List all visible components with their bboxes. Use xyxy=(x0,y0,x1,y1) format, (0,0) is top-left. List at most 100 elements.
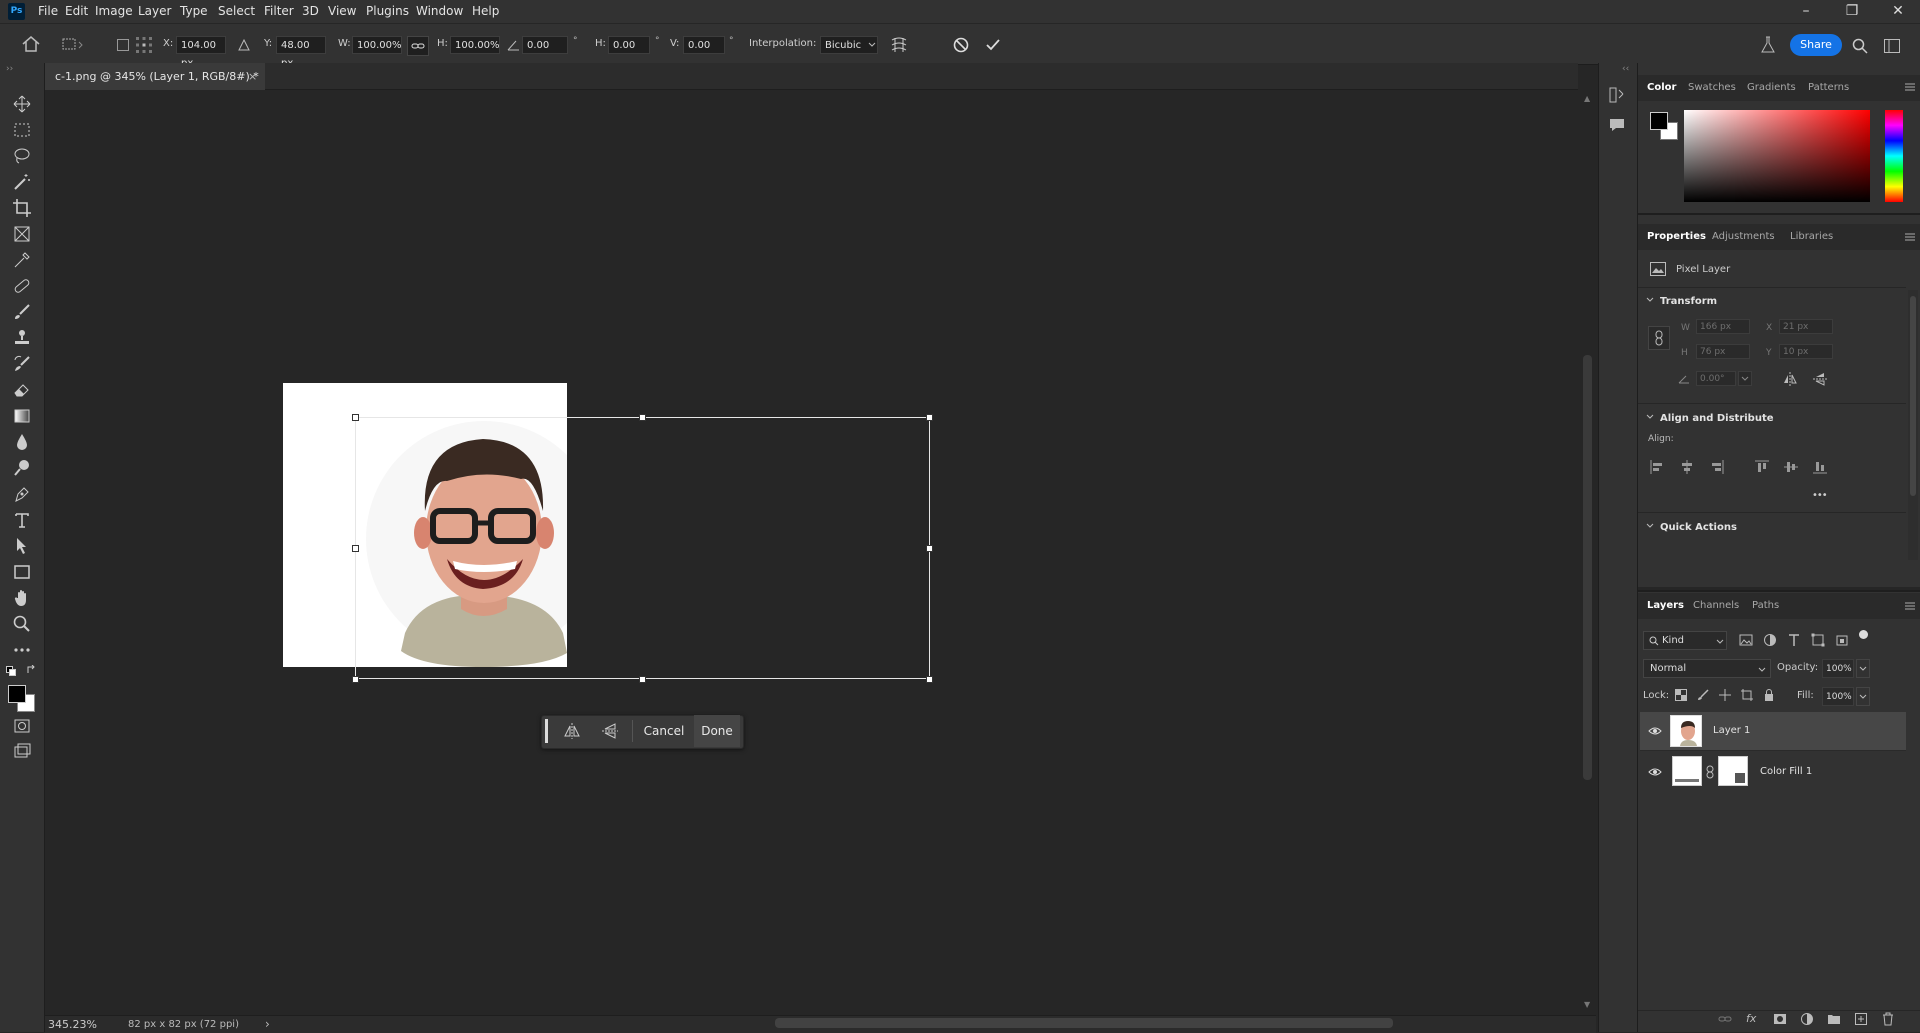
scroll-down-arrow[interactable]: ▼ xyxy=(1584,1000,1590,1009)
color-panel-menu-icon[interactable] xyxy=(1905,83,1915,91)
close-tab-icon[interactable]: × xyxy=(248,70,257,83)
tab-patterns[interactable]: Patterns xyxy=(1808,75,1849,101)
color-spectrum-field[interactable] xyxy=(1684,110,1870,202)
default-colors-icon[interactable] xyxy=(6,666,16,676)
align-chevron-icon[interactable] xyxy=(1646,414,1654,420)
lock-all-icon[interactable] xyxy=(1763,689,1775,701)
tab-properties[interactable]: Properties xyxy=(1647,224,1706,250)
menu-help[interactable]: Help xyxy=(472,0,499,23)
tab-channels[interactable]: Channels xyxy=(1693,593,1739,619)
prop-y-field[interactable]: 10 px xyxy=(1779,344,1833,359)
transform-handle-bottom[interactable] xyxy=(639,676,646,683)
tab-adjustments[interactable]: Adjustments xyxy=(1712,224,1775,250)
filter-pixel-icon[interactable] xyxy=(1739,633,1753,647)
fill-color-thumbnail[interactable] xyxy=(1672,756,1702,786)
align-top-icon[interactable] xyxy=(1755,460,1769,474)
prop-x-field[interactable]: 21 px xyxy=(1779,319,1833,334)
prop-height-field[interactable]: 76 px xyxy=(1696,344,1750,359)
flip-horizontal-icon[interactable] xyxy=(563,722,581,740)
path-selection-tool-icon[interactable] xyxy=(12,536,32,556)
tab-color[interactable]: Color xyxy=(1647,75,1676,101)
history-brush-tool-icon[interactable] xyxy=(12,354,32,374)
restore-button[interactable]: ❐ xyxy=(1832,2,1872,21)
more-align-options-icon[interactable]: ••• xyxy=(1812,490,1828,501)
filter-toggle-icon[interactable] xyxy=(1859,630,1868,639)
menu-window[interactable]: Window xyxy=(416,0,463,23)
transform-bounding-box[interactable] xyxy=(355,417,930,679)
transform-handle-bottom-right[interactable] xyxy=(926,676,933,683)
properties-panel-menu-icon[interactable] xyxy=(1905,233,1915,241)
minimize-button[interactable]: – xyxy=(1786,2,1826,21)
lock-position-icon[interactable] xyxy=(1719,689,1731,701)
foreground-color-chip-front[interactable] xyxy=(1650,112,1668,130)
close-window-button[interactable]: ✕ xyxy=(1878,2,1918,21)
flip-vertical-icon[interactable] xyxy=(601,722,619,740)
status-menu-arrow[interactable]: › xyxy=(265,1017,270,1031)
lock-artboard-icon[interactable] xyxy=(1741,689,1753,701)
layer-row-layer-1[interactable]: Layer 1 xyxy=(1640,712,1906,750)
align-bottom-icon[interactable] xyxy=(1813,460,1827,474)
cancel-button[interactable]: Cancel xyxy=(636,715,692,747)
foreground-color-swatch[interactable] xyxy=(8,685,26,703)
layers-panel-menu-icon[interactable] xyxy=(1905,602,1915,610)
transform-handle-top-left[interactable] xyxy=(352,414,359,421)
menu-3d[interactable]: 3D xyxy=(302,0,319,23)
quick-actions-title[interactable]: Quick Actions xyxy=(1660,522,1737,533)
prop-flip-vertical-icon[interactable] xyxy=(1812,371,1828,387)
prop-flip-horizontal-icon[interactable] xyxy=(1782,371,1798,387)
lock-transparent-icon[interactable] xyxy=(1675,689,1687,701)
filter-type-icon[interactable] xyxy=(1787,633,1801,647)
menu-view[interactable]: View xyxy=(328,0,356,23)
prop-width-field[interactable]: 166 px xyxy=(1696,319,1750,334)
fill-field[interactable]: 100% xyxy=(1822,687,1854,706)
new-group-icon[interactable] xyxy=(1827,1012,1841,1026)
blend-mode-select[interactable]: Normal xyxy=(1643,659,1771,678)
rectangle-tool-icon[interactable] xyxy=(12,562,32,582)
filter-adjustment-icon[interactable] xyxy=(1763,633,1777,647)
cancel-transform-icon[interactable] xyxy=(952,36,970,54)
brush-tool-icon[interactable] xyxy=(12,302,32,322)
layer-mask-thumbnail[interactable] xyxy=(1718,756,1748,786)
reference-point-checkbox[interactable] xyxy=(117,39,129,51)
lasso-tool-icon[interactable] xyxy=(12,146,32,166)
fill-dropdown[interactable] xyxy=(1856,687,1870,706)
hue-slider[interactable] xyxy=(1885,110,1903,202)
width-scale-field[interactable]: 100.00% xyxy=(352,36,402,54)
rotate-angle-field[interactable]: 0.00 xyxy=(522,36,568,54)
taskbar-grip-icon[interactable] xyxy=(545,719,548,743)
menu-plugins[interactable]: Plugins xyxy=(366,0,409,23)
hand-tool-icon[interactable] xyxy=(12,588,32,608)
transform-section-title[interactable]: Transform xyxy=(1660,296,1717,307)
transform-tool-icon[interactable] xyxy=(62,37,84,51)
filter-smart-object-icon[interactable] xyxy=(1835,633,1849,647)
horizontal-scroll-thumb[interactable] xyxy=(775,1018,1393,1028)
quick-actions-chevron-icon[interactable] xyxy=(1646,523,1654,529)
dodge-tool-icon[interactable] xyxy=(12,458,32,478)
tab-libraries[interactable]: Libraries xyxy=(1790,224,1833,250)
link-dimensions-icon[interactable] xyxy=(1648,326,1670,350)
new-layer-icon[interactable] xyxy=(1854,1012,1868,1026)
menu-type[interactable]: Type xyxy=(180,0,208,23)
quick-mask-icon[interactable] xyxy=(12,716,32,736)
commit-transform-icon[interactable] xyxy=(984,36,1002,54)
transform-handle-top-right[interactable] xyxy=(926,414,933,421)
lock-pixels-icon[interactable] xyxy=(1697,689,1709,701)
transform-chevron-icon[interactable] xyxy=(1646,297,1654,303)
layer-1-name[interactable]: Layer 1 xyxy=(1713,725,1750,736)
search-icon[interactable] xyxy=(1852,38,1868,54)
marquee-tool-icon[interactable] xyxy=(12,120,32,140)
delete-layer-icon[interactable] xyxy=(1881,1012,1895,1026)
layer-style-fx-icon[interactable]: fx xyxy=(1746,1012,1756,1025)
vertical-skew-field[interactable]: 0.00 xyxy=(683,36,725,54)
align-horizontal-center-icon[interactable] xyxy=(1680,460,1694,474)
menu-select[interactable]: Select xyxy=(218,0,255,23)
new-adjustment-layer-icon[interactable] xyxy=(1800,1012,1814,1026)
y-position-field[interactable]: 48.00 px xyxy=(276,36,326,69)
zoom-level[interactable]: 345.23% xyxy=(48,1018,97,1031)
healing-brush-tool-icon[interactable] xyxy=(12,276,32,296)
move-tool-icon[interactable] xyxy=(12,94,32,114)
transform-handle-right[interactable] xyxy=(926,545,933,552)
document-tab[interactable]: c-1.png @ 345% (Layer 1, RGB/8#) * xyxy=(45,63,265,90)
menu-file[interactable]: File xyxy=(38,0,58,23)
align-section-title[interactable]: Align and Distribute xyxy=(1660,413,1774,424)
